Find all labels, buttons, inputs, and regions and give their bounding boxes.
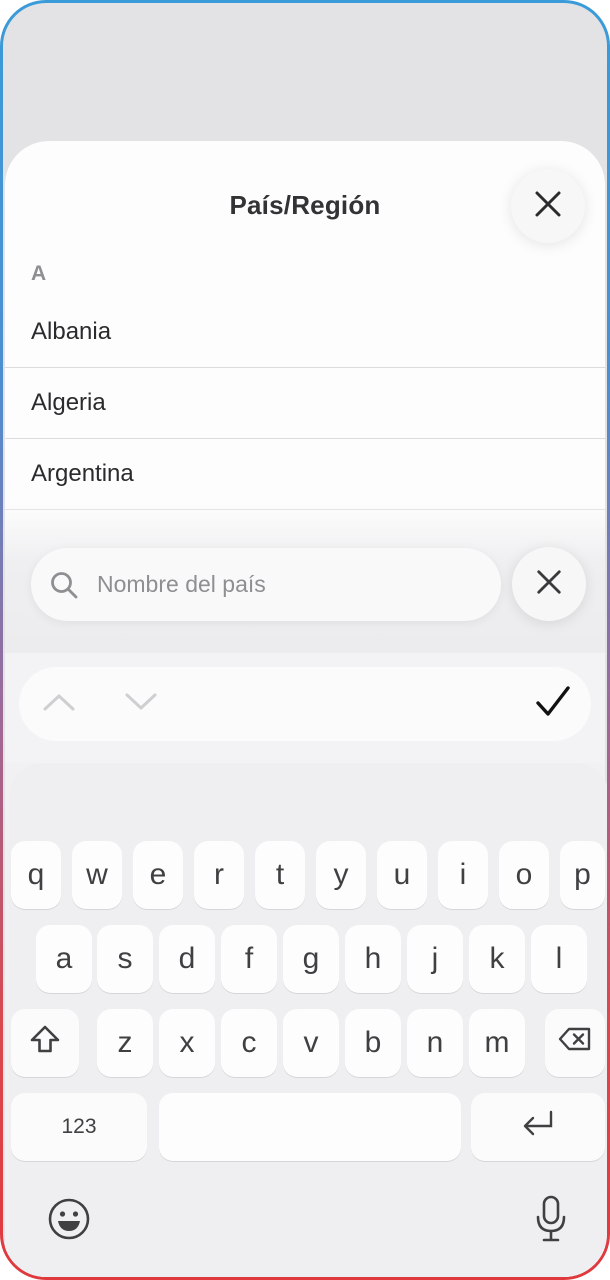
- key-f[interactable]: f: [221, 925, 277, 993]
- key-b[interactable]: b: [345, 1009, 401, 1077]
- key-o[interactable]: o: [499, 841, 549, 909]
- keyboard-accessory-bar: [5, 653, 605, 763]
- next-field-button[interactable]: [119, 667, 163, 741]
- keyboard: q w e r t y u i o p a s d f g h j k l z …: [5, 763, 607, 1277]
- close-icon: [533, 189, 563, 224]
- key-label: d: [178, 942, 196, 975]
- key-label: z: [117, 1026, 133, 1059]
- key-label: u: [393, 858, 411, 891]
- accessory-pill: [19, 667, 591, 741]
- close-icon: [535, 568, 563, 601]
- key-a[interactable]: a: [36, 925, 92, 993]
- key-y[interactable]: y: [316, 841, 366, 909]
- country-picker-sheet: País/Región A Albania Algeria Argentina: [5, 141, 607, 1277]
- key-label: v: [303, 1026, 319, 1059]
- key-label: s: [117, 942, 133, 975]
- space-key[interactable]: [159, 1093, 461, 1161]
- key-label: w: [86, 858, 108, 891]
- shift-key[interactable]: [11, 1009, 79, 1077]
- key-label: y: [333, 858, 349, 891]
- key-g[interactable]: g: [283, 925, 339, 993]
- key-label: o: [515, 858, 533, 891]
- key-label: c: [241, 1026, 257, 1059]
- key-m[interactable]: m: [469, 1009, 525, 1077]
- device-frame: País/Región A Albania Algeria Argentina: [0, 0, 610, 1280]
- key-h[interactable]: h: [345, 925, 401, 993]
- key-label: h: [364, 942, 382, 975]
- key-label: i: [459, 858, 467, 891]
- section-header-letter: A: [31, 262, 47, 285]
- country-row-algeria[interactable]: Algeria: [5, 368, 605, 439]
- key-label: p: [574, 858, 591, 891]
- return-icon: [521, 1109, 555, 1145]
- key-label: e: [149, 858, 167, 891]
- country-list: Albania Algeria Argentina: [5, 297, 605, 510]
- previous-field-button[interactable]: [37, 667, 81, 741]
- search-icon: [49, 570, 79, 600]
- key-label: a: [55, 942, 73, 975]
- screen: País/Región A Albania Algeria Argentina: [3, 3, 607, 1277]
- backspace-icon: [558, 1026, 592, 1060]
- numbers-key-label: 123: [61, 1115, 97, 1138]
- key-label: t: [275, 858, 285, 891]
- key-label: g: [302, 942, 320, 975]
- key-label: m: [484, 1026, 510, 1059]
- key-u[interactable]: u: [377, 841, 427, 909]
- key-label: x: [179, 1026, 195, 1059]
- delete-key[interactable]: [545, 1009, 605, 1077]
- key-label: b: [364, 1026, 382, 1059]
- key-d[interactable]: d: [159, 925, 215, 993]
- country-row-argentina[interactable]: Argentina: [5, 439, 605, 510]
- microphone-icon: [534, 1195, 568, 1248]
- key-label: f: [244, 942, 254, 975]
- dictation-button[interactable]: [531, 1195, 571, 1247]
- key-l[interactable]: l: [531, 925, 587, 993]
- search-placeholder: Nombre del país: [97, 571, 266, 597]
- country-name: Algeria: [31, 389, 106, 416]
- numbers-key[interactable]: 123: [11, 1093, 147, 1161]
- close-sheet-button[interactable]: [511, 169, 585, 243]
- key-label: j: [431, 942, 439, 975]
- key-label: n: [426, 1026, 444, 1059]
- search-input[interactable]: Nombre del país: [31, 548, 501, 621]
- key-r[interactable]: r: [194, 841, 244, 909]
- key-c[interactable]: c: [221, 1009, 277, 1077]
- country-row-albania[interactable]: Albania: [5, 297, 605, 368]
- key-label: k: [489, 942, 505, 975]
- key-q[interactable]: q: [11, 841, 61, 909]
- done-button[interactable]: [531, 667, 575, 741]
- clear-search-button[interactable]: [512, 547, 586, 621]
- chevron-up-icon: [42, 692, 76, 717]
- emoji-icon: [47, 1197, 91, 1246]
- shift-icon: [29, 1024, 61, 1062]
- country-name: Albania: [31, 318, 112, 345]
- key-w[interactable]: w: [72, 841, 122, 909]
- keyboard-panel: q w e r t y u i o p a s d f g h j k l z …: [9, 763, 607, 1277]
- key-label: l: [555, 942, 563, 975]
- key-p[interactable]: p: [560, 841, 605, 909]
- emoji-button[interactable]: [45, 1197, 93, 1245]
- search-area: Nombre del país: [5, 503, 605, 653]
- key-label: r: [214, 858, 224, 891]
- key-label: q: [27, 858, 45, 891]
- key-t[interactable]: t: [255, 841, 305, 909]
- key-n[interactable]: n: [407, 1009, 463, 1077]
- key-v[interactable]: v: [283, 1009, 339, 1077]
- key-x[interactable]: x: [159, 1009, 215, 1077]
- checkmark-icon: [535, 685, 571, 724]
- key-e[interactable]: e: [133, 841, 183, 909]
- key-s[interactable]: s: [97, 925, 153, 993]
- key-j[interactable]: j: [407, 925, 463, 993]
- key-i[interactable]: i: [438, 841, 488, 909]
- country-name: Argentina: [31, 460, 134, 487]
- key-k[interactable]: k: [469, 925, 525, 993]
- key-z[interactable]: z: [97, 1009, 153, 1077]
- chevron-down-icon: [124, 692, 158, 717]
- return-key[interactable]: [471, 1093, 605, 1161]
